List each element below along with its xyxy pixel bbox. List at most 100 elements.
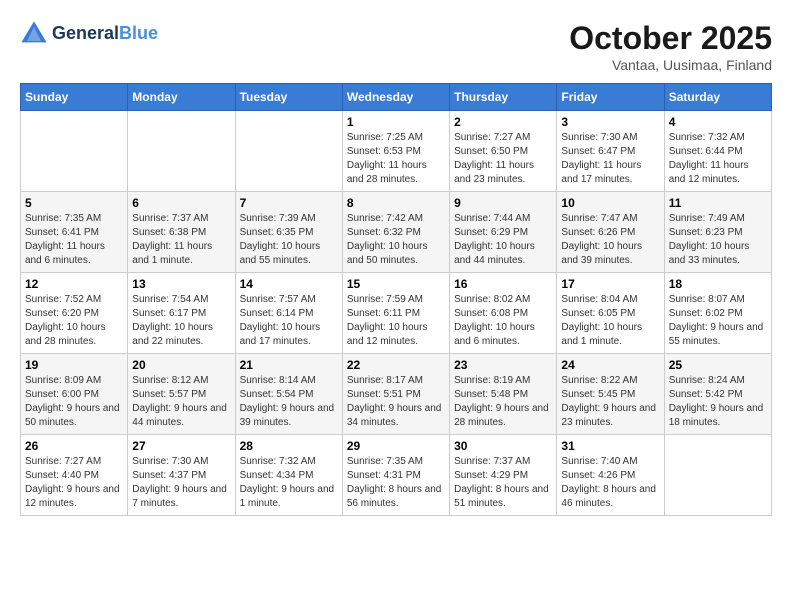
weekday-header: Thursday [450, 84, 557, 111]
day-info: Sunrise: 8:09 AM Sunset: 6:00 PM Dayligh… [25, 374, 123, 430]
calendar-week-row: 12 Sunrise: 7:52 AM Sunset: 6:20 PM Dayli… [21, 273, 772, 354]
day-number: 12 [25, 277, 123, 291]
day-info: Sunrise: 7:39 AM Sunset: 6:35 PM Dayligh… [240, 212, 338, 268]
calendar-cell: 9 Sunrise: 7:44 AM Sunset: 6:29 PM Daylig… [450, 192, 557, 273]
day-info: Sunrise: 8:14 AM Sunset: 5:54 PM Dayligh… [240, 374, 338, 430]
day-info: Sunrise: 7:54 AM Sunset: 6:17 PM Dayligh… [132, 293, 230, 349]
calendar-cell: 10 Sunrise: 7:47 AM Sunset: 6:26 PM Dayli… [557, 192, 664, 273]
day-number: 17 [561, 277, 659, 291]
day-info: Sunrise: 7:42 AM Sunset: 6:32 PM Dayligh… [347, 212, 445, 268]
calendar-cell: 2 Sunrise: 7:27 AM Sunset: 6:50 PM Daylig… [450, 111, 557, 192]
day-info: Sunrise: 7:32 AM Sunset: 4:34 PM Dayligh… [240, 455, 338, 511]
weekday-header: Sunday [21, 84, 128, 111]
day-number: 22 [347, 358, 445, 372]
day-number: 28 [240, 439, 338, 453]
day-info: Sunrise: 7:37 AM Sunset: 4:29 PM Dayligh… [454, 455, 552, 511]
calendar-cell: 30 Sunrise: 7:37 AM Sunset: 4:29 PM Dayli… [450, 435, 557, 516]
calendar-cell: 23Sunrise: 8:19 AM Sunset: 5:48 PM Dayli… [450, 354, 557, 435]
calendar-cell [664, 435, 771, 516]
calendar-cell: 19 Sunrise: 8:09 AM Sunset: 6:00 PM Dayli… [21, 354, 128, 435]
day-number: 8 [347, 196, 445, 210]
day-info: Sunrise: 8:12 AM Sunset: 5:57 PM Dayligh… [132, 374, 230, 430]
weekday-header: Tuesday [235, 84, 342, 111]
day-number: 27 [132, 439, 230, 453]
day-number: 18 [669, 277, 767, 291]
calendar-body: 1Sunrise: 7:25 AM Sunset: 6:53 PM Daylig… [21, 111, 772, 516]
logo-text: GeneralBlue [52, 24, 158, 44]
day-number: 2 [454, 115, 552, 129]
day-info: Sunrise: 7:47 AM Sunset: 6:26 PM Dayligh… [561, 212, 659, 268]
day-number: 20 [132, 358, 230, 372]
day-number: 24 [561, 358, 659, 372]
calendar-table: SundayMondayTuesdayWednesdayThursdayFrid… [20, 83, 772, 516]
day-info: Sunrise: 7:44 AM Sunset: 6:29 PM Dayligh… [454, 212, 552, 268]
day-info: Sunrise: 8:22 AM Sunset: 5:45 PM Dayligh… [561, 374, 659, 430]
calendar-cell: 29Sunrise: 7:35 AM Sunset: 4:31 PM Dayli… [342, 435, 449, 516]
calendar-cell: 27 Sunrise: 7:30 AM Sunset: 4:37 PM Dayli… [128, 435, 235, 516]
day-info: Sunrise: 8:07 AM Sunset: 6:02 PM Dayligh… [669, 293, 767, 349]
calendar-week-row: 5Sunrise: 7:35 AM Sunset: 6:41 PM Daylig… [21, 192, 772, 273]
calendar-week-row: 26 Sunrise: 7:27 AM Sunset: 4:40 PM Dayli… [21, 435, 772, 516]
day-number: 19 [25, 358, 123, 372]
calendar-week-row: 1Sunrise: 7:25 AM Sunset: 6:53 PM Daylig… [21, 111, 772, 192]
day-number: 13 [132, 277, 230, 291]
weekday-header: Monday [128, 84, 235, 111]
calendar-cell: 7 Sunrise: 7:39 AM Sunset: 6:35 PM Daylig… [235, 192, 342, 273]
calendar-cell [128, 111, 235, 192]
day-number: 25 [669, 358, 767, 372]
day-number: 11 [669, 196, 767, 210]
day-number: 14 [240, 277, 338, 291]
weekday-header: Friday [557, 84, 664, 111]
calendar-cell: 22 Sunrise: 8:17 AM Sunset: 5:51 PM Dayli… [342, 354, 449, 435]
day-number: 30 [454, 439, 552, 453]
day-info: Sunrise: 7:57 AM Sunset: 6:14 PM Dayligh… [240, 293, 338, 349]
page-header: GeneralBlue October 2025 Vantaa, Uusimaa… [20, 20, 772, 73]
calendar-header: SundayMondayTuesdayWednesdayThursdayFrid… [21, 84, 772, 111]
day-number: 5 [25, 196, 123, 210]
calendar-cell: 24 Sunrise: 8:22 AM Sunset: 5:45 PM Dayli… [557, 354, 664, 435]
calendar-cell: 6Sunrise: 7:37 AM Sunset: 6:38 PM Daylig… [128, 192, 235, 273]
day-info: Sunrise: 7:30 AM Sunset: 4:37 PM Dayligh… [132, 455, 230, 511]
day-info: Sunrise: 8:02 AM Sunset: 6:08 PM Dayligh… [454, 293, 552, 349]
day-info: Sunrise: 7:32 AM Sunset: 6:44 PM Dayligh… [669, 131, 767, 187]
day-number: 4 [669, 115, 767, 129]
day-info: Sunrise: 8:17 AM Sunset: 5:51 PM Dayligh… [347, 374, 445, 430]
month-title: October 2025 [569, 20, 772, 57]
calendar-cell [235, 111, 342, 192]
day-info: Sunrise: 7:35 AM Sunset: 4:31 PM Dayligh… [347, 455, 445, 511]
day-number: 23 [454, 358, 552, 372]
day-number: 21 [240, 358, 338, 372]
day-info: Sunrise: 7:40 AM Sunset: 4:26 PM Dayligh… [561, 455, 659, 511]
title-block: October 2025 Vantaa, Uusimaa, Finland [569, 20, 772, 73]
calendar-cell: 25 Sunrise: 8:24 AM Sunset: 5:42 PM Dayli… [664, 354, 771, 435]
calendar-cell: 18 Sunrise: 8:07 AM Sunset: 6:02 PM Dayli… [664, 273, 771, 354]
weekday-header: Wednesday [342, 84, 449, 111]
day-number: 7 [240, 196, 338, 210]
day-info: Sunrise: 8:24 AM Sunset: 5:42 PM Dayligh… [669, 374, 767, 430]
day-number: 9 [454, 196, 552, 210]
day-info: Sunrise: 7:37 AM Sunset: 6:38 PM Dayligh… [132, 212, 230, 268]
day-number: 10 [561, 196, 659, 210]
calendar-cell: 17Sunrise: 8:04 AM Sunset: 6:05 PM Dayli… [557, 273, 664, 354]
day-info: Sunrise: 7:27 AM Sunset: 6:50 PM Dayligh… [454, 131, 552, 187]
calendar-cell [21, 111, 128, 192]
calendar-cell: 3 Sunrise: 7:30 AM Sunset: 6:47 PM Daylig… [557, 111, 664, 192]
day-info: Sunrise: 7:30 AM Sunset: 6:47 PM Dayligh… [561, 131, 659, 187]
calendar-cell: 21 Sunrise: 8:14 AM Sunset: 5:54 PM Dayli… [235, 354, 342, 435]
day-info: Sunrise: 7:52 AM Sunset: 6:20 PM Dayligh… [25, 293, 123, 349]
calendar-cell: 11Sunrise: 7:49 AM Sunset: 6:23 PM Dayli… [664, 192, 771, 273]
day-number: 26 [25, 439, 123, 453]
calendar-cell: 4 Sunrise: 7:32 AM Sunset: 6:44 PM Daylig… [664, 111, 771, 192]
calendar-cell: 5Sunrise: 7:35 AM Sunset: 6:41 PM Daylig… [21, 192, 128, 273]
weekday-header: Saturday [664, 84, 771, 111]
calendar-cell: 12 Sunrise: 7:52 AM Sunset: 6:20 PM Dayli… [21, 273, 128, 354]
calendar-cell: 14 Sunrise: 7:57 AM Sunset: 6:14 PM Dayli… [235, 273, 342, 354]
calendar-cell: 15Sunrise: 7:59 AM Sunset: 6:11 PM Dayli… [342, 273, 449, 354]
day-number: 31 [561, 439, 659, 453]
location-subtitle: Vantaa, Uusimaa, Finland [569, 57, 772, 73]
day-info: Sunrise: 7:27 AM Sunset: 4:40 PM Dayligh… [25, 455, 123, 511]
day-number: 3 [561, 115, 659, 129]
calendar-cell: 26 Sunrise: 7:27 AM Sunset: 4:40 PM Dayli… [21, 435, 128, 516]
day-info: Sunrise: 7:25 AM Sunset: 6:53 PM Dayligh… [347, 131, 445, 187]
day-number: 15 [347, 277, 445, 291]
